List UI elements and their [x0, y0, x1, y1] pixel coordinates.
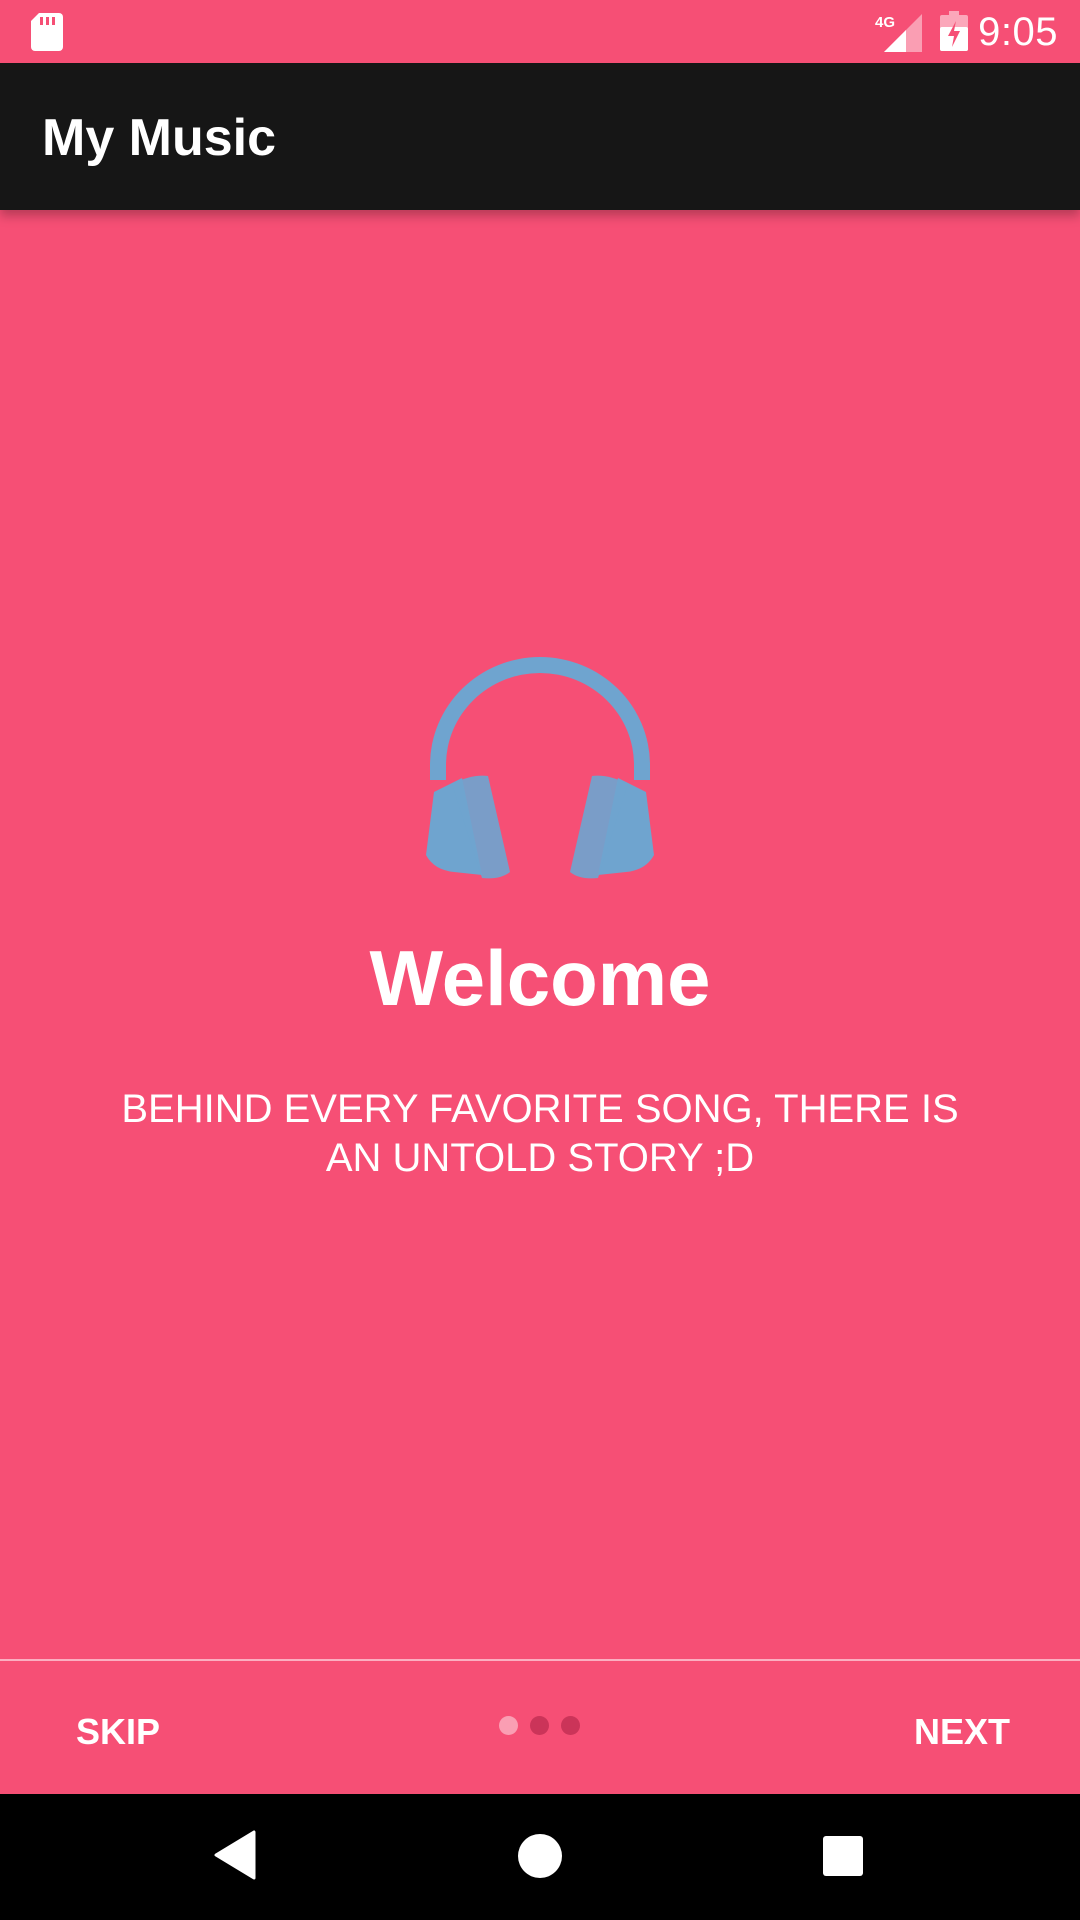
back-icon[interactable] [214, 1830, 258, 1880]
status-bar: 4G 9:05 [0, 0, 1080, 63]
onboarding-screen: 4G 9:05 My Music Welcome BEHIND EVERY FA… [0, 0, 1080, 1920]
sd-card-icon [31, 13, 63, 51]
welcome-description: BEHIND EVERY FAVORITE SONG, THERE IS AN … [121, 1087, 959, 1180]
app-bar: My Music [0, 63, 1080, 210]
app-title: My Music [42, 109, 277, 167]
skip-button[interactable]: SKIP [76, 1700, 160, 1764]
navigation-bar [0, 1794, 1080, 1920]
battery-charging-icon [940, 11, 968, 51]
network-type-label: 4G [875, 14, 895, 31]
page-dot-1[interactable] [499, 1716, 518, 1735]
page-dot-2[interactable] [530, 1716, 549, 1735]
signal-icon: 4G [875, 14, 922, 52]
welcome-title: Welcome [369, 934, 711, 1022]
home-icon[interactable] [518, 1834, 562, 1878]
page-dot-3[interactable] [561, 1716, 580, 1735]
page-indicator [497, 1716, 587, 1736]
recents-icon[interactable] [823, 1836, 863, 1876]
headphones-icon [426, 657, 654, 879]
status-clock: 9:05 [978, 10, 1058, 54]
next-button[interactable]: NEXT [914, 1700, 1010, 1764]
bottom-divider [0, 1659, 1080, 1661]
